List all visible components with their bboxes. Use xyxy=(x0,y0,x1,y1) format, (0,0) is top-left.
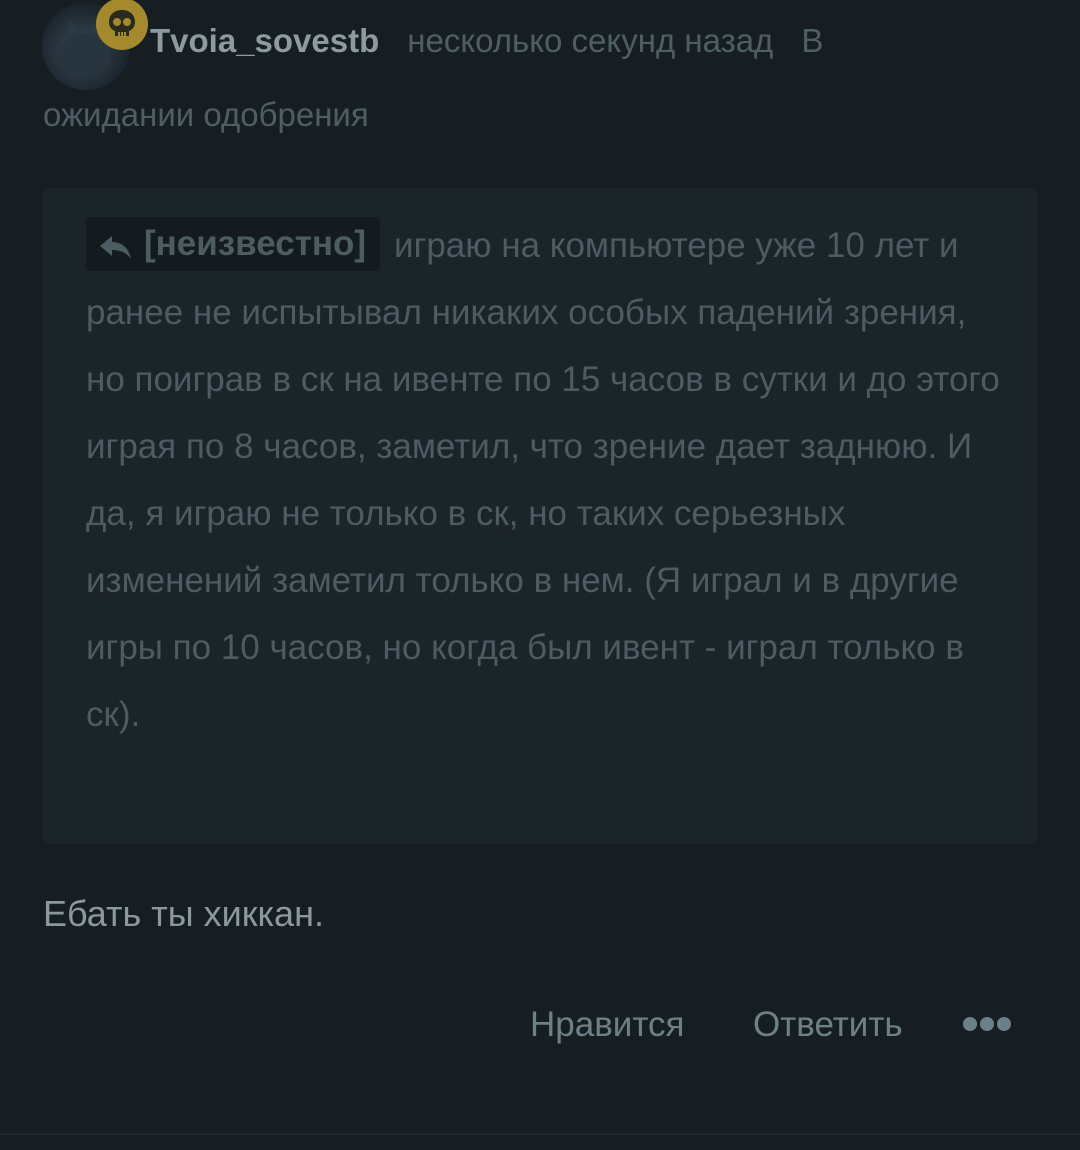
quoted-author-tag[interactable]: [неизвестно] xyxy=(86,217,381,271)
comment-header: Tvoia_sovestb несколько секунд назад В xyxy=(150,22,823,61)
more-dots-icon[interactable] xyxy=(963,1017,1011,1031)
comment-text: Ебать ты хиккан. xyxy=(43,893,324,934)
comment: Tvoia_sovestb несколько секунд назад В ожи… xyxy=(0,0,1080,1150)
reply-button[interactable]: Ответить xyxy=(753,1005,903,1045)
divider xyxy=(0,1133,1080,1135)
reply-arrow-icon xyxy=(100,236,131,259)
moderation-status-continued: ожидании одобрения xyxy=(43,96,369,133)
skull-icon xyxy=(96,0,148,50)
comment-actions: Нравится Ответить xyxy=(0,1005,1080,1055)
avatar[interactable] xyxy=(42,0,148,92)
moderation-status: В xyxy=(801,22,824,59)
quoted-author-name: [неизвестно] xyxy=(144,224,367,263)
quote-content: играю на компьютере уже 10 лет и ранее н… xyxy=(86,226,1000,734)
timestamp: несколько секунд назад xyxy=(407,22,774,59)
quoted-comment: [неизвестно] играю на компьютере уже 10 л… xyxy=(42,188,1038,844)
quote-text-block: [неизвестно] играю на компьютере уже 10 л… xyxy=(86,212,1006,748)
username[interactable]: Tvoia_sovestb xyxy=(150,22,379,59)
like-button[interactable]: Нравится xyxy=(530,1005,684,1045)
